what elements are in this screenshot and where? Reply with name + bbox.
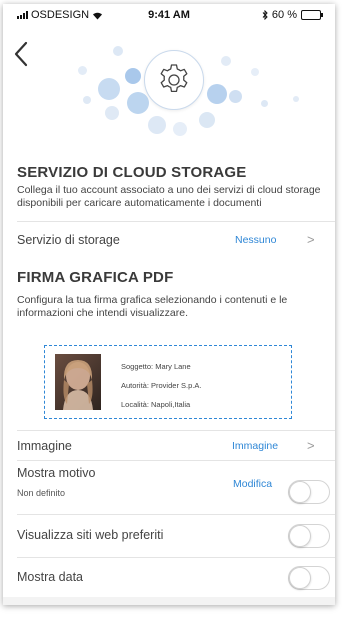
signature-section-description: Configura la tua firma grafica seleziona… — [17, 294, 288, 319]
decor-dot — [148, 116, 166, 134]
chevron-right-icon[interactable]: > — [307, 438, 315, 453]
bottom-edge — [3, 597, 335, 605]
cloud-section-title: SERVIZIO DI CLOUD STORAGE — [17, 164, 247, 181]
decor-dot — [78, 66, 87, 75]
motivo-label: Mostra motivo — [17, 466, 96, 480]
sites-toggle[interactable] — [288, 524, 330, 548]
avatar — [55, 354, 101, 410]
gear-icon — [160, 64, 188, 93]
signature-section-title: FIRMA GRAFICA PDF — [17, 269, 174, 286]
date-label: Mostra data — [17, 570, 84, 584]
motivo-edit-link[interactable]: Modifica — [233, 478, 272, 490]
image-value[interactable]: Immagine — [232, 440, 278, 452]
date-toggle[interactable] — [288, 566, 330, 590]
storage-service-value[interactable]: Nessuno — [235, 234, 276, 246]
settings-gear-badge — [144, 50, 204, 110]
signature-subject: Soggetto: Mary Lane — [121, 362, 191, 371]
decor-dot — [261, 100, 268, 107]
divider — [17, 460, 335, 461]
decor-dot — [98, 78, 120, 100]
status-bar: OSDESIGN 9:41 AM 60 % — [3, 4, 335, 26]
decor-dot — [251, 68, 259, 76]
divider — [17, 514, 335, 515]
decor-dot — [221, 56, 231, 66]
toggle-knob — [289, 481, 311, 503]
motivo-toggle[interactable] — [288, 480, 330, 504]
decor-dot — [113, 46, 123, 56]
battery-percent: 60 % — [271, 9, 297, 21]
storage-service-label: Servizio di storage — [17, 233, 120, 247]
decor-dot — [105, 106, 119, 120]
image-label: Immagine — [17, 439, 72, 453]
signature-preview[interactable]: Soggetto: Mary Lane Autorità: Provider S… — [44, 345, 292, 419]
chevron-right-icon[interactable]: > — [307, 232, 315, 247]
decor-dot — [127, 92, 149, 114]
settings-hero — [3, 26, 335, 154]
decor-dot — [199, 112, 215, 128]
decor-dot — [83, 96, 91, 104]
toggle-knob — [289, 525, 311, 547]
cloud-section-description: Collega il tuo account associato a uno d… — [17, 184, 321, 209]
toggle-knob — [289, 567, 311, 589]
signature-authority: Autorità: Provider S.p.A. — [121, 381, 202, 390]
decor-dot — [229, 90, 242, 103]
divider — [17, 557, 335, 558]
settings-screen: OSDESIGN 9:41 AM 60 % SERVIZIO DI CLOUD … — [3, 4, 335, 605]
decor-dot — [125, 68, 141, 84]
sites-label: Visualizza siti web preferiti — [17, 528, 164, 542]
signature-locality: Località: Napoli,Italia — [121, 400, 191, 409]
image-row[interactable]: Immagine Immagine > — [3, 431, 335, 459]
storage-service-row[interactable]: Servizio di storage Nessuno > — [3, 222, 335, 258]
decor-dot — [207, 84, 227, 104]
decor-dot — [293, 96, 299, 102]
bluetooth-icon — [262, 10, 268, 20]
motivo-sublabel: Non definito — [17, 488, 66, 498]
battery-icon — [301, 10, 323, 20]
decor-dot — [173, 122, 187, 136]
